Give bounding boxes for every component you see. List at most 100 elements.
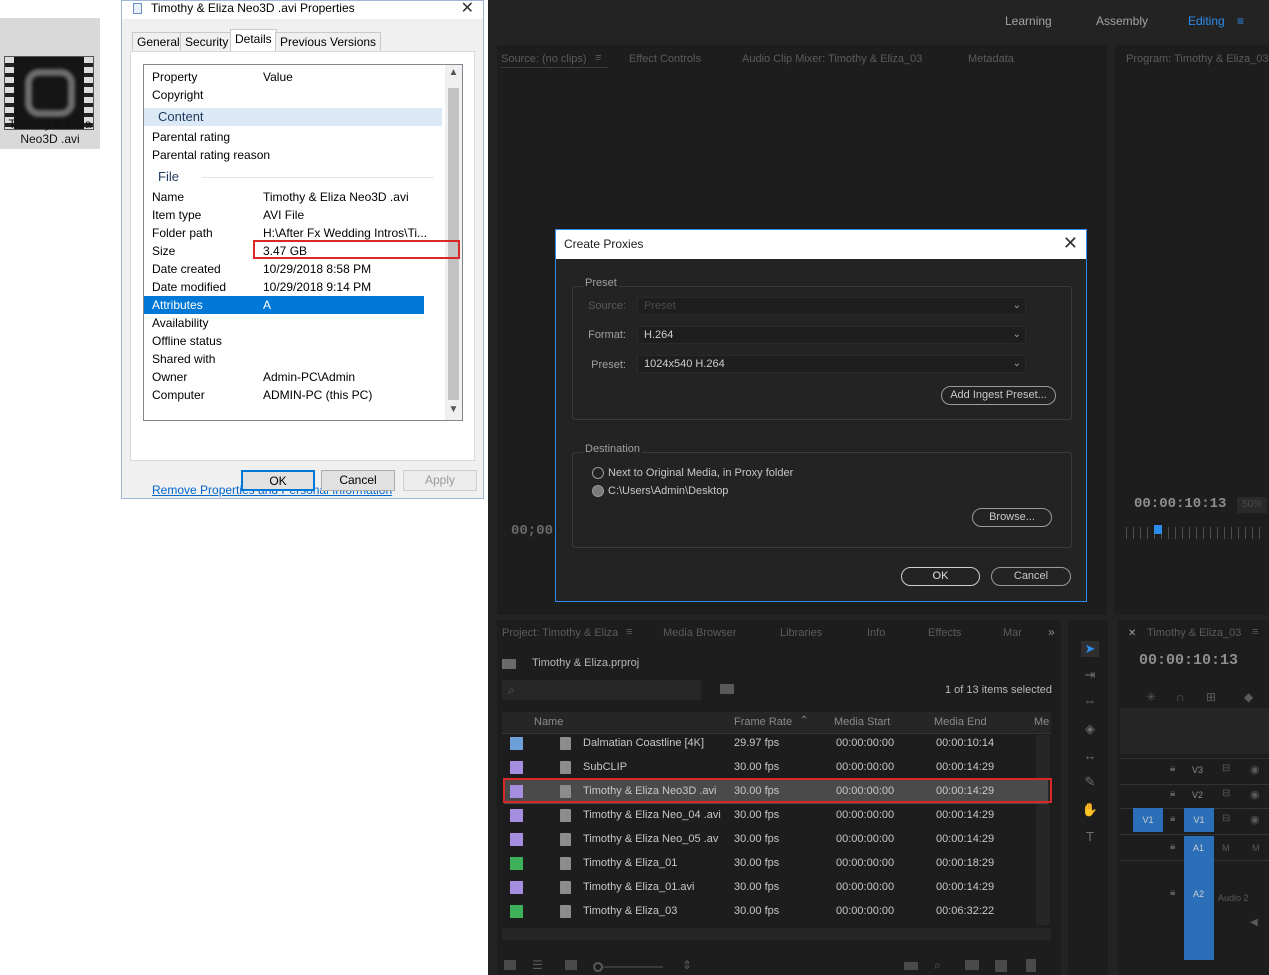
razor-tool-icon[interactable]: ◈ <box>1081 721 1099 737</box>
new-bin-icon[interactable] <box>720 684 734 694</box>
property-row-selected[interactable]: Attributes A <box>144 296 424 314</box>
close-icon[interactable]: ✕ <box>461 0 474 18</box>
track-a2[interactable]: A2 <box>1193 889 1204 899</box>
workspace-editing[interactable]: Editing <box>1188 14 1225 28</box>
sync-lock-icon[interactable]: ⊟ <box>1222 763 1230 774</box>
sort-icon[interactable]: ⇕ <box>682 958 692 972</box>
sync-lock-icon[interactable]: ⊟ <box>1222 788 1230 799</box>
lock-icon[interactable] <box>504 960 516 970</box>
selection-tool-icon[interactable]: ➤ <box>1081 641 1099 657</box>
ok-button[interactable]: OK <box>901 567 980 586</box>
trash-icon[interactable] <box>1026 959 1036 972</box>
playhead-icon[interactable] <box>1154 525 1162 534</box>
zoom-slider-handle[interactable] <box>593 962 603 972</box>
column-frame-rate[interactable]: Frame Rate <box>734 716 792 728</box>
tab-effects[interactable]: Effects <box>928 627 961 639</box>
tab-timeline[interactable]: Timothy & Eliza_03 <box>1147 627 1241 639</box>
browse-button[interactable]: Browse... <box>972 508 1052 527</box>
label-color-swatch[interactable] <box>510 905 523 918</box>
ok-button[interactable]: OK <box>241 470 315 491</box>
zoom-slider[interactable] <box>603 966 663 968</box>
tab-general[interactable]: General <box>132 32 185 51</box>
property-row[interactable]: Name Timothy & Eliza Neo3D .avi <box>144 188 424 206</box>
column-name[interactable]: Name <box>534 716 563 728</box>
tab-program[interactable]: Program: Timothy & Eliza_03 <box>1126 53 1268 65</box>
desktop-file-icon[interactable]: Timothy & Eliza Neo3D .avi <box>0 18 100 149</box>
label-color-swatch[interactable] <box>510 833 523 846</box>
pen-tool-icon[interactable]: ✎ <box>1081 774 1099 790</box>
type-tool-icon[interactable]: T <box>1081 829 1099 845</box>
automate-icon[interactable] <box>904 962 918 970</box>
track-v2[interactable]: V2 <box>1192 790 1203 800</box>
workspace-menu-icon[interactable]: ≡ <box>1237 14 1244 28</box>
property-row[interactable]: Parental rating <box>144 128 424 146</box>
tab-metadata[interactable]: Metadata <box>968 53 1014 65</box>
scroll-down-icon[interactable]: ▼ <box>448 404 459 418</box>
cancel-button[interactable]: Cancel <box>321 470 395 491</box>
icon-view-icon[interactable] <box>565 960 577 970</box>
tab-previous-versions[interactable]: Previous Versions <box>275 32 382 51</box>
close-icon[interactable]: ✕ <box>1063 233 1078 254</box>
tab-project[interactable]: Project: Timothy & Eliza <box>502 627 618 639</box>
tab-security[interactable]: Security <box>180 32 234 51</box>
format-dropdown[interactable]: H.264 ⌄ <box>637 326 1026 344</box>
property-row[interactable]: Date modified 10/29/2018 9:14 PM <box>144 278 424 296</box>
lock-track-icon[interactable]: 🔒︎ <box>1170 841 1175 852</box>
settings-icon[interactable]: ◆ <box>1244 690 1253 704</box>
radio-desktop[interactable] <box>592 485 604 497</box>
clip-row[interactable]: Timothy & Eliza_03 30.00 fps 00:00:00:00 00… <box>504 900 1048 924</box>
ripple-edit-tool-icon[interactable]: ⇔ <box>1081 693 1099 709</box>
eye-icon[interactable]: ◉ <box>1250 788 1260 801</box>
label-color-swatch[interactable] <box>510 881 523 894</box>
slip-tool-icon[interactable]: ↔ <box>1081 748 1099 764</box>
apply-button[interactable]: Apply <box>403 470 477 491</box>
cancel-button[interactable]: Cancel <box>991 567 1071 586</box>
property-row[interactable]: Copyright <box>144 86 424 104</box>
column-media-end[interactable]: Media End <box>934 716 987 728</box>
tab-audio-mixer[interactable]: Audio Clip Mixer: Timothy & Eliza_03 <box>742 53 922 65</box>
zoom-dropdown[interactable]: 50% <box>1237 497 1267 513</box>
clip-row[interactable]: Timothy & Eliza Neo_05 .av 30.00 fps 00:00… <box>504 828 1048 852</box>
radio-proxy-folder[interactable] <box>592 467 604 479</box>
track-a1[interactable]: A1 <box>1193 843 1204 853</box>
tab-libraries[interactable]: Libraries <box>780 627 822 639</box>
tab-source[interactable]: Source: (no clips) <box>501 53 587 65</box>
property-row[interactable]: Shared with <box>144 350 424 368</box>
hand-tool-icon[interactable]: ✋ <box>1081 802 1099 818</box>
mute-button[interactable]: M <box>1222 843 1230 853</box>
eye-icon[interactable]: ◉ <box>1250 813 1260 826</box>
label-color-swatch[interactable] <box>510 857 523 870</box>
panel-overflow-icon[interactable]: » <box>1048 625 1055 639</box>
tab-effect-controls[interactable]: Effect Controls <box>629 53 701 65</box>
eye-icon[interactable]: ◉ <box>1250 763 1260 776</box>
tab-media-browser[interactable]: Media Browser <box>663 627 736 639</box>
track-v1[interactable]: V1 <box>1184 808 1214 832</box>
lock-track-icon[interactable]: 🔒︎ <box>1170 813 1175 824</box>
clip-row[interactable]: SubCLIP 30.00 fps 00:00:00:00 00:00:14:29 <box>504 756 1048 780</box>
sort-ascending-icon[interactable]: ⌃ <box>800 715 808 726</box>
project-menu-icon[interactable]: ≡ <box>626 626 632 638</box>
preset-dropdown[interactable]: 1024x540 H.264 ⌄ <box>637 355 1026 373</box>
clip-row[interactable]: Timothy & Eliza Neo_04 .avi 30.00 fps 00:0… <box>504 804 1048 828</box>
tab-details[interactable]: Details <box>230 29 277 52</box>
property-row[interactable]: Availability <box>144 314 424 332</box>
property-row[interactable]: Date created 10/29/2018 8:58 PM <box>144 260 424 278</box>
column-more[interactable]: Me <box>1034 716 1049 728</box>
lock-track-icon[interactable]: 🔒︎ <box>1170 763 1175 774</box>
list-view-icon[interactable]: ☰ <box>532 958 543 972</box>
find-icon[interactable]: ⌕ <box>934 958 941 973</box>
label-color-swatch[interactable] <box>510 809 523 822</box>
source-menu-icon[interactable]: ≡ <box>595 52 601 64</box>
new-bin-bottom-icon[interactable] <box>965 960 979 970</box>
clip-row[interactable]: Timothy & Eliza_01.avi 30.00 fps 00:00:00:… <box>504 876 1048 900</box>
workspace-assembly[interactable]: Assembly <box>1096 14 1148 28</box>
property-row[interactable]: Computer ADMIN-PC (this PC) <box>144 386 424 404</box>
mute-button[interactable]: M <box>1252 843 1260 853</box>
tab-markers[interactable]: Mar <box>1003 627 1022 639</box>
search-input[interactable]: ⌕ <box>502 680 701 700</box>
workspace-learning[interactable]: Learning <box>1005 14 1052 28</box>
track-v3[interactable]: V3 <box>1192 765 1203 775</box>
timeline-close-icon[interactable]: ✕ <box>1128 628 1136 639</box>
column-value[interactable]: Value <box>263 68 293 86</box>
linked-selection-icon[interactable]: ∩ <box>1176 690 1185 704</box>
